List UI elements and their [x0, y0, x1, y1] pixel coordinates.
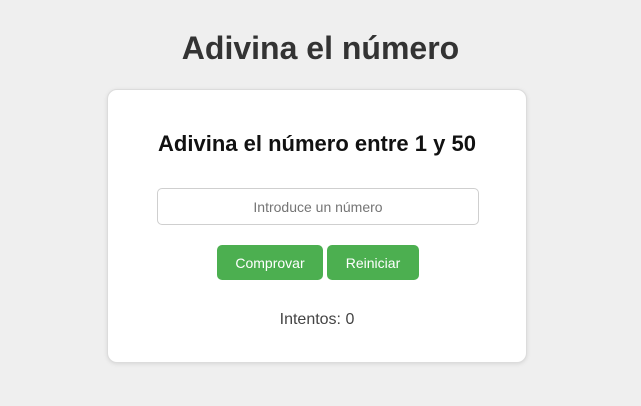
- reset-button[interactable]: Reiniciar: [327, 245, 419, 280]
- number-input[interactable]: [157, 188, 479, 225]
- card-heading: Adivina el número entre 1 y 50: [158, 131, 476, 156]
- attempts-counter: Intentos: 0: [108, 310, 526, 330]
- game-card: Adivina el número entre 1 y 50 Comprovar…: [107, 89, 527, 363]
- attempts-label: Intentos:: [279, 311, 341, 328]
- page-title: Adivina el número: [181, 30, 460, 66]
- check-button[interactable]: Comprovar: [217, 245, 323, 280]
- attempts-count: 0: [345, 311, 355, 328]
